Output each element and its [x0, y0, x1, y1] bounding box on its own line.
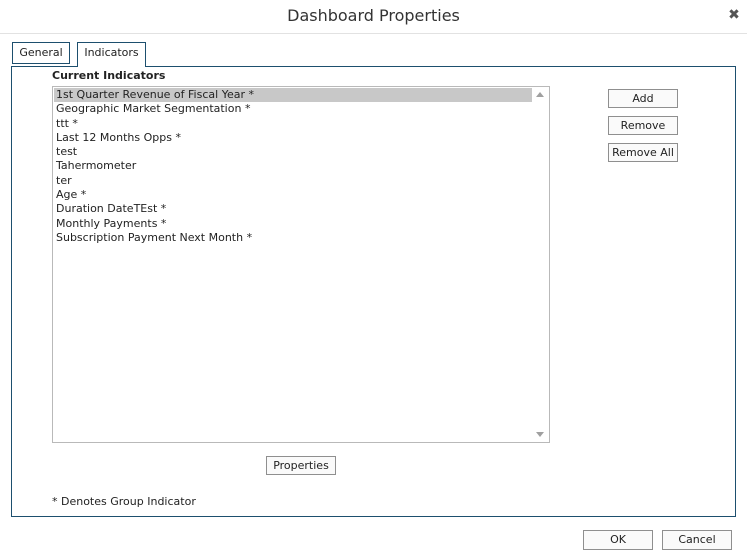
scroll-down-icon[interactable]: [536, 432, 544, 437]
remove-button[interactable]: Remove: [608, 116, 678, 135]
indicator-list-item[interactable]: 1st Quarter Revenue of Fiscal Year *: [54, 88, 532, 103]
indicator-list-item[interactable]: Subscription Payment Next Month *: [54, 231, 532, 245]
listbox-scrollbar[interactable]: [532, 87, 549, 442]
indicators-list: 1st Quarter Revenue of Fiscal Year * Geog…: [54, 88, 532, 245]
close-icon[interactable]: ✖: [727, 8, 741, 22]
properties-button[interactable]: Properties: [266, 456, 336, 475]
group-indicator-footnote: * Denotes Group Indicator: [52, 495, 196, 508]
indicator-list-item[interactable]: Age *: [54, 188, 532, 202]
cancel-button[interactable]: Cancel: [662, 530, 732, 550]
indicator-list-item[interactable]: Last 12 Months Opps *: [54, 131, 532, 145]
indicators-listbox[interactable]: 1st Quarter Revenue of Fiscal Year * Geog…: [52, 86, 550, 443]
tab-general[interactable]: General: [12, 42, 70, 64]
indicator-list-item[interactable]: ter: [54, 174, 532, 188]
tab-indicators[interactable]: Indicators: [77, 42, 146, 67]
current-indicators-label: Current Indicators: [52, 69, 166, 82]
indicator-list-item[interactable]: test: [54, 145, 532, 159]
indicator-list-item[interactable]: Tahermometer: [54, 159, 532, 173]
dialog-titlebar: Dashboard Properties ✖: [0, 0, 747, 34]
ok-button[interactable]: OK: [583, 530, 653, 550]
indicator-list-item[interactable]: Duration DateTEst *: [54, 202, 532, 216]
scroll-up-icon[interactable]: [536, 92, 544, 97]
indicator-list-item[interactable]: ttt *: [54, 117, 532, 131]
remove-all-button[interactable]: Remove All: [608, 143, 678, 162]
add-button[interactable]: Add: [608, 89, 678, 108]
indicator-list-item[interactable]: Monthly Payments *: [54, 217, 532, 231]
dialog-title: Dashboard Properties: [287, 6, 460, 25]
indicator-list-item[interactable]: Geographic Market Segmentation *: [54, 102, 532, 116]
